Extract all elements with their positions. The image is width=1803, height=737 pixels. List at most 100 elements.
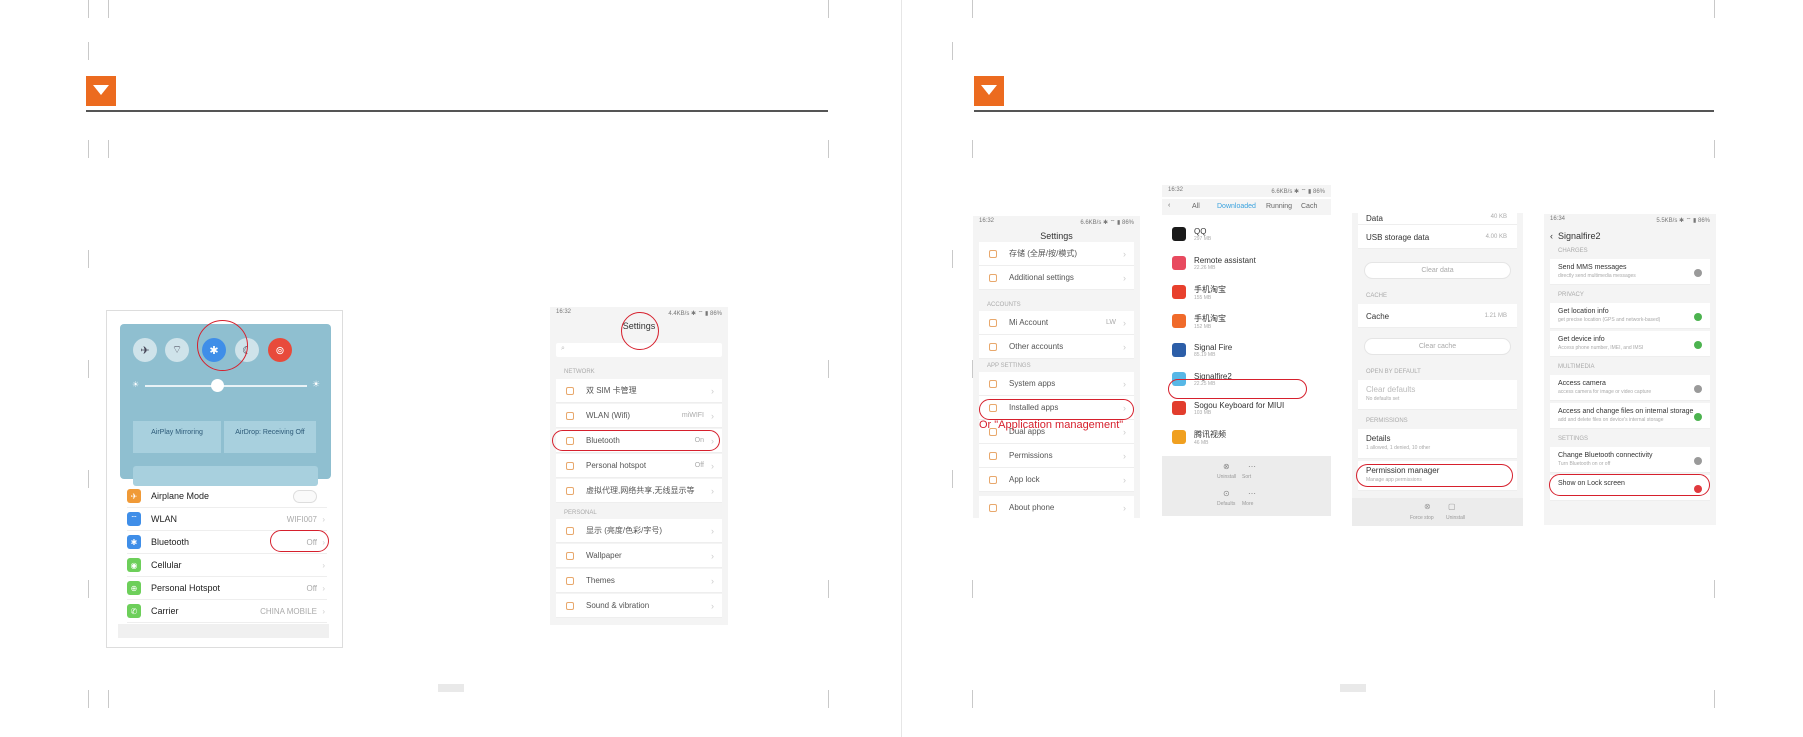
settings-row[interactable]: ⌔ WLAN WIFI007 › bbox=[127, 508, 327, 531]
rotation-lock-icon[interactable]: ⊚ bbox=[268, 338, 292, 362]
settings-row[interactable]: ✈ Airplane Mode bbox=[127, 485, 327, 508]
app-text: Sogou Keyboard for MIUI 103 MB bbox=[1194, 401, 1284, 416]
permission-row[interactable]: Send MMS messages directly send multimedi… bbox=[1550, 259, 1710, 285]
brightness-slider-knob[interactable] bbox=[211, 379, 224, 392]
tab-0[interactable]: All bbox=[1192, 203, 1200, 210]
app-settings-row[interactable]: System apps › bbox=[979, 372, 1134, 396]
airplane-mode-toggle[interactable] bbox=[293, 489, 317, 503]
permission-state-icon[interactable] bbox=[1694, 457, 1702, 465]
permission-state-icon[interactable] bbox=[1694, 413, 1702, 421]
back-icon[interactable]: ‹ bbox=[1168, 202, 1170, 209]
bottom-action-bar: ⊗ ▢ Force stop Uninstall bbox=[1352, 498, 1523, 526]
permission-state-icon[interactable] bbox=[1694, 313, 1702, 321]
force-stop-icon[interactable]: ⊗ bbox=[1424, 502, 1431, 511]
airplay-tile[interactable]: AirPlay Mirroring bbox=[133, 421, 221, 453]
night-shift-tile[interactable] bbox=[133, 466, 318, 486]
crop-mark bbox=[828, 360, 829, 378]
details-row[interactable]: Details 1 allowed, 1 denied, 10 other bbox=[1358, 429, 1517, 459]
permission-row[interactable]: Change Bluetooth connectivity Turn Blueto… bbox=[1550, 447, 1710, 473]
action-icon[interactable]: ⊙ bbox=[1223, 489, 1230, 498]
crop-mark bbox=[972, 0, 973, 18]
settings-row[interactable]: 虚拟代理,网络共享,无线显示等 › bbox=[556, 479, 722, 503]
chevron-right-icon: › bbox=[711, 410, 714, 421]
settings-row[interactable]: Other accounts › bbox=[979, 335, 1134, 359]
row-icon bbox=[566, 526, 574, 535]
action-icon[interactable]: ⋯ bbox=[1248, 462, 1256, 471]
back-icon[interactable]: ‹ bbox=[1550, 231, 1553, 241]
app-size: 46 MB bbox=[1194, 439, 1209, 446]
section-header: SETTINGS bbox=[1558, 436, 1589, 442]
settings-row[interactable]: 双 SIM 卡管理 › bbox=[556, 379, 722, 403]
row-label: App lock bbox=[1009, 475, 1040, 484]
highlight-oval bbox=[979, 399, 1134, 420]
row-label: 双 SIM 卡管理 bbox=[586, 386, 637, 395]
app-text: Signal Fire 85.19 MB bbox=[1194, 343, 1232, 358]
app-settings-row[interactable]: App lock › bbox=[979, 468, 1134, 492]
clear-defaults-row[interactable]: Clear defaults No defaults set bbox=[1358, 380, 1517, 410]
app-text: 手机淘宝 155 MB bbox=[1194, 284, 1226, 301]
list-item[interactable]: Remote assistant 22.26 MB bbox=[1168, 248, 1331, 278]
clear-data-button[interactable]: Clear data bbox=[1364, 262, 1511, 279]
row-icon: ⊕ bbox=[127, 581, 141, 595]
highlight-oval bbox=[1168, 379, 1307, 399]
permission-row[interactable]: Get location info get precise location (G… bbox=[1550, 303, 1710, 329]
brightness-slider[interactable] bbox=[145, 385, 307, 387]
airdrop-tile[interactable]: AirDrop: Receiving Off bbox=[224, 421, 316, 453]
settings-row[interactable]: Themes › bbox=[556, 569, 722, 593]
permission-state-icon[interactable] bbox=[1694, 385, 1702, 393]
clear-cache-button[interactable]: Clear cache bbox=[1364, 338, 1511, 355]
app-icon bbox=[1172, 343, 1186, 357]
airplane-icon[interactable]: ✈ bbox=[133, 338, 157, 362]
list-item[interactable]: 手机淘宝 155 MB bbox=[1168, 277, 1331, 307]
permission-row[interactable]: Get device info Access phone number, IMEI… bbox=[1550, 331, 1710, 357]
crop-mark bbox=[108, 140, 109, 158]
list-item[interactable]: QQ 297 MB bbox=[1168, 219, 1331, 249]
crop-mark bbox=[828, 0, 829, 18]
settings-row[interactable]: ⊕ Personal Hotspot Off › bbox=[127, 577, 327, 600]
list-item[interactable]: 手机淘宝 152 MB bbox=[1168, 306, 1331, 336]
settings-row[interactable]: Personal hotspot Off › bbox=[556, 454, 722, 478]
row-icon: ⌔ bbox=[127, 512, 141, 526]
row-icon bbox=[989, 342, 997, 351]
chevron-right-icon: › bbox=[1123, 248, 1126, 259]
action-label: Sort bbox=[1242, 474, 1252, 480]
permission-state-icon[interactable] bbox=[1694, 269, 1702, 277]
list-item[interactable]: Signal Fire 85.19 MB bbox=[1168, 335, 1331, 365]
about-phone-row[interactable]: About phone › bbox=[979, 496, 1134, 518]
settings-row[interactable]: WLAN (Wifi) miWIFI › bbox=[556, 404, 722, 428]
caption-text: Or "Application management" bbox=[979, 419, 1124, 431]
action-icon[interactable]: ⋯ bbox=[1248, 489, 1256, 498]
app-name: 手机淘宝 bbox=[1194, 313, 1226, 323]
highlight-oval bbox=[1549, 474, 1710, 496]
tab-3[interactable]: Cach bbox=[1301, 203, 1317, 210]
settings-row[interactable]: ✆ Carrier CHINA MOBILE › bbox=[127, 600, 327, 623]
app-text: Remote assistant 22.26 MB bbox=[1194, 256, 1256, 271]
action-icon[interactable]: ⊗ bbox=[1223, 462, 1230, 471]
settings-row[interactable]: 存储 (全屏/按/模式) › bbox=[979, 242, 1134, 266]
settings-row[interactable]: Wallpaper › bbox=[556, 544, 722, 568]
uninstall-icon[interactable]: ▢ bbox=[1448, 502, 1456, 511]
app-text: 腾讯视频 46 MB bbox=[1194, 429, 1226, 446]
permission-row[interactable]: Access and change files on internal stor… bbox=[1550, 403, 1710, 429]
row-icon bbox=[566, 411, 574, 420]
chevron-right-icon: › bbox=[1123, 378, 1126, 389]
settings-row[interactable]: Additional settings › bbox=[979, 266, 1134, 290]
tab-2[interactable]: Running bbox=[1266, 203, 1292, 210]
cache-row: Cache 1.21 MB bbox=[1358, 304, 1517, 328]
settings-row[interactable]: Mi Account LW › bbox=[979, 311, 1134, 335]
wifi-icon[interactable]: ⌔ bbox=[165, 338, 189, 362]
settings-row[interactable]: 显示 (亮度/色彩/字号) › bbox=[556, 519, 722, 543]
settings-row[interactable]: Sound & vibration › bbox=[556, 594, 722, 618]
permission-label: Access and change files on internal stor… bbox=[1558, 408, 1694, 415]
force-stop-label: Force stop bbox=[1410, 515, 1434, 521]
settings-row[interactable]: ◉ Cellular › bbox=[127, 554, 327, 577]
tab-1[interactable]: Downloaded bbox=[1217, 203, 1256, 210]
permission-state-icon[interactable] bbox=[1694, 341, 1702, 349]
app-name: QQ bbox=[1194, 226, 1207, 236]
row-label: 存储 (全屏/按/模式) bbox=[1009, 249, 1077, 258]
row-value: Off bbox=[694, 462, 704, 469]
app-settings-row[interactable]: Permissions › bbox=[979, 444, 1134, 468]
list-item[interactable]: 腾讯视频 46 MB bbox=[1168, 422, 1331, 452]
permission-row[interactable]: Access camera access camera for image or … bbox=[1550, 375, 1710, 401]
highlight-circle bbox=[197, 320, 248, 371]
